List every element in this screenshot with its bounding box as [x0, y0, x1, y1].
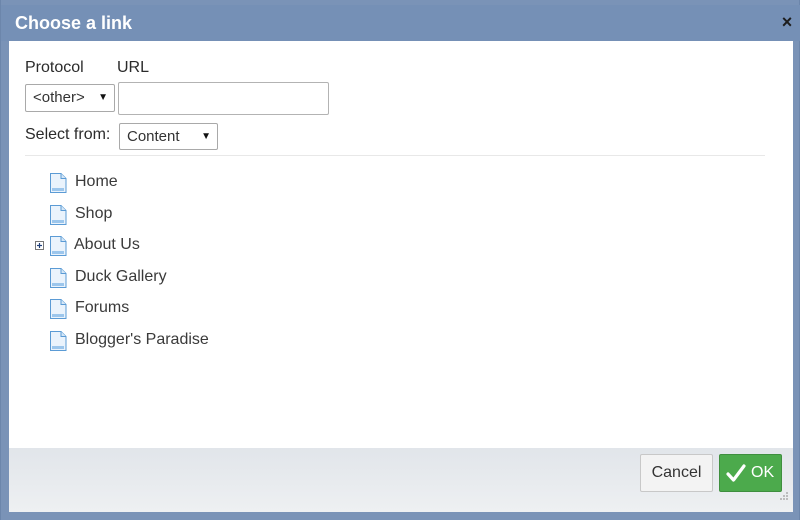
checkmark-icon [726, 464, 746, 482]
protocol-label: Protocol [25, 59, 84, 76]
select-from-dropdown[interactable]: Content ▼ [119, 123, 218, 150]
tree-item-shop[interactable]: Shop [49, 204, 349, 226]
tree-item-label: Duck Gallery [75, 268, 167, 285]
page-icon [50, 268, 67, 288]
dialog-footer: Cancel OK [9, 448, 793, 512]
select-from-value: Content [127, 128, 180, 145]
url-label: URL [117, 59, 150, 76]
tree-item-label: Forums [75, 299, 130, 316]
ok-button[interactable]: OK [719, 454, 782, 492]
tree-item-label: Home [75, 173, 118, 190]
tree-item-label: Shop [75, 205, 113, 222]
close-icon[interactable]: × [779, 13, 795, 31]
tree-item-about-us[interactable]: About Us [49, 235, 349, 257]
choose-link-dialog: Choose a link × Protocol URL <other> ▼ S… [0, 0, 800, 520]
expand-plus-icon[interactable] [35, 241, 44, 250]
tree-item-home[interactable]: Home [49, 172, 349, 194]
page-icon [50, 173, 67, 193]
ok-button-label: OK [751, 464, 775, 481]
divider [25, 155, 765, 156]
url-input[interactable] [118, 82, 329, 115]
tree-item-label: Blogger's Paradise [75, 331, 209, 348]
page-icon [50, 299, 67, 319]
tree-item-label: About Us [74, 236, 140, 253]
page-icon [50, 331, 67, 351]
page-icon [50, 205, 67, 225]
tree-item-duck-gallery[interactable]: Duck Gallery [49, 267, 349, 289]
page-icon [50, 236, 67, 256]
tree-item-bloggers-paradise[interactable]: Blogger's Paradise [49, 330, 349, 352]
dialog-content: Protocol URL <other> ▼ Select from: Cont… [9, 41, 793, 448]
tree-item-forums[interactable]: Forums [49, 298, 349, 320]
select-from-label: Select from: [25, 126, 111, 143]
dropdown-arrow-icon: ▼ [201, 131, 211, 142]
cancel-button-label: Cancel [651, 464, 702, 481]
dropdown-arrow-icon: ▼ [98, 92, 108, 103]
protocol-select[interactable]: <other> ▼ [25, 84, 115, 112]
resize-grip-icon[interactable] [779, 491, 789, 501]
cancel-button[interactable]: Cancel [640, 454, 713, 492]
protocol-select-value: <other> [33, 89, 85, 106]
dialog-title: Choose a link [15, 13, 133, 33]
dialog-titlebar[interactable]: Choose a link × [1, 5, 800, 41]
